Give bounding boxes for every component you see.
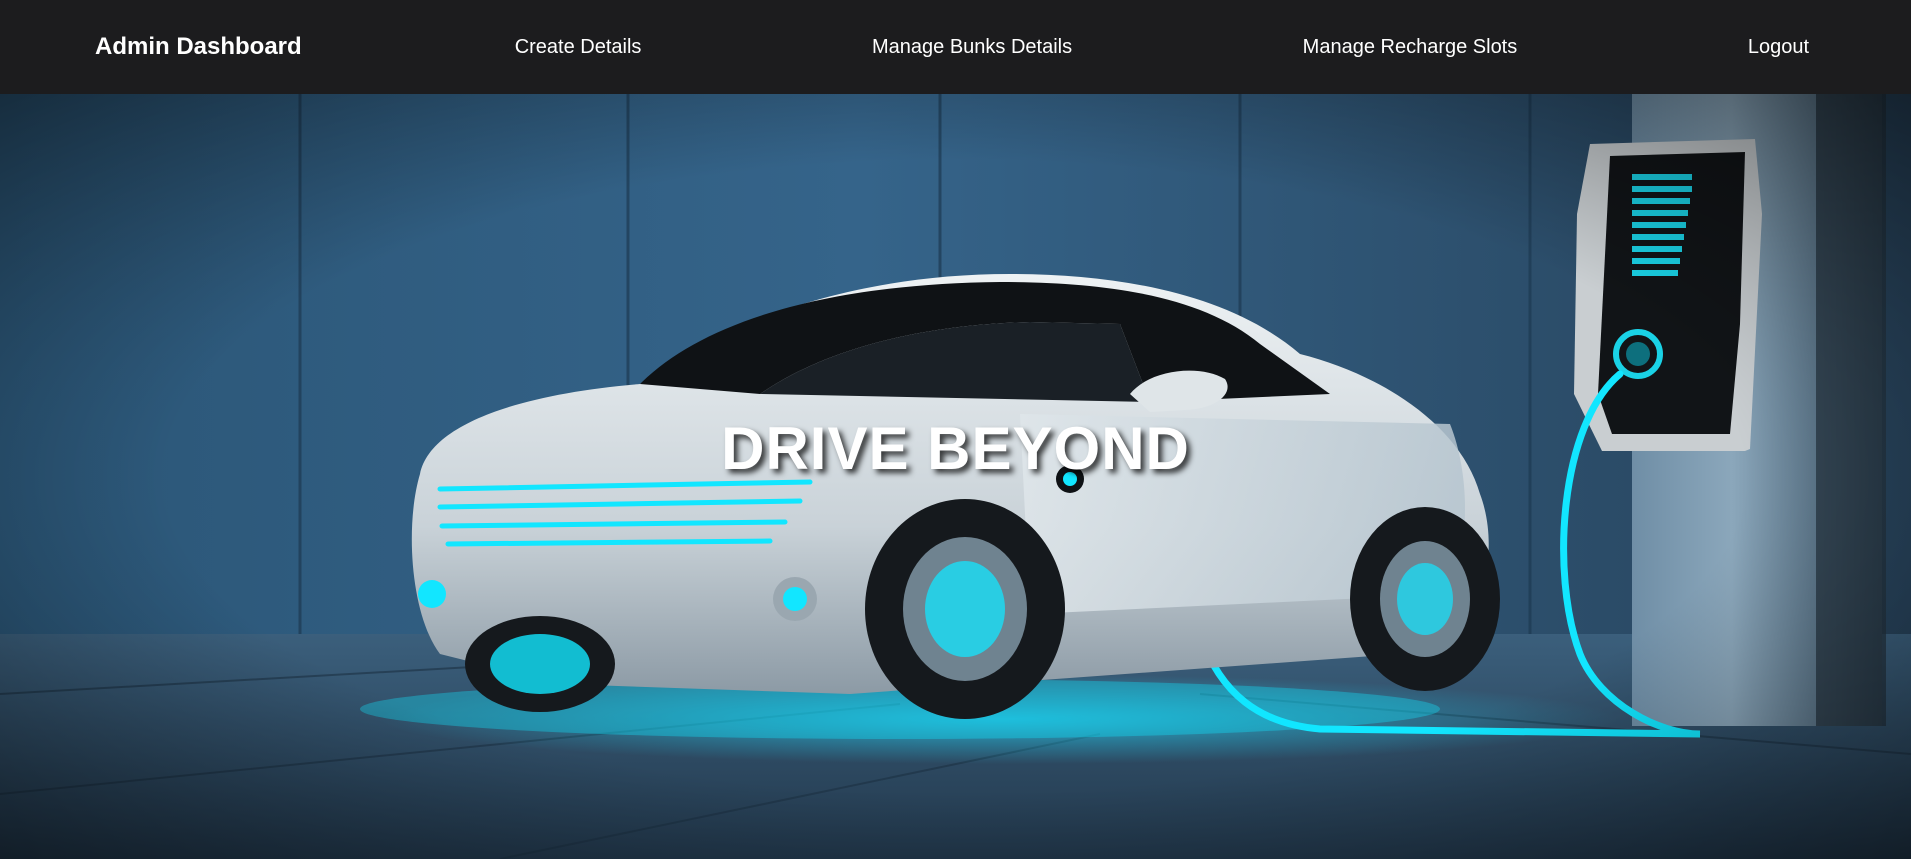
nav-logout[interactable]: Logout: [1748, 36, 1809, 59]
brand-title[interactable]: Admin Dashboard: [95, 33, 302, 61]
hero-banner: DRIVE BEYOND: [0, 94, 1911, 859]
hero-title: DRIVE BEYOND: [721, 415, 1190, 482]
top-navbar: Admin Dashboard Create Details Manage Bu…: [0, 0, 1911, 94]
nav-manage-recharge-slots[interactable]: Manage Recharge Slots: [1303, 36, 1518, 59]
nav-manage-bunks-details[interactable]: Manage Bunks Details: [872, 36, 1072, 59]
nav-links: Create Details Manage Bunks Details Mana…: [515, 36, 1816, 59]
nav-create-details[interactable]: Create Details: [515, 36, 642, 59]
